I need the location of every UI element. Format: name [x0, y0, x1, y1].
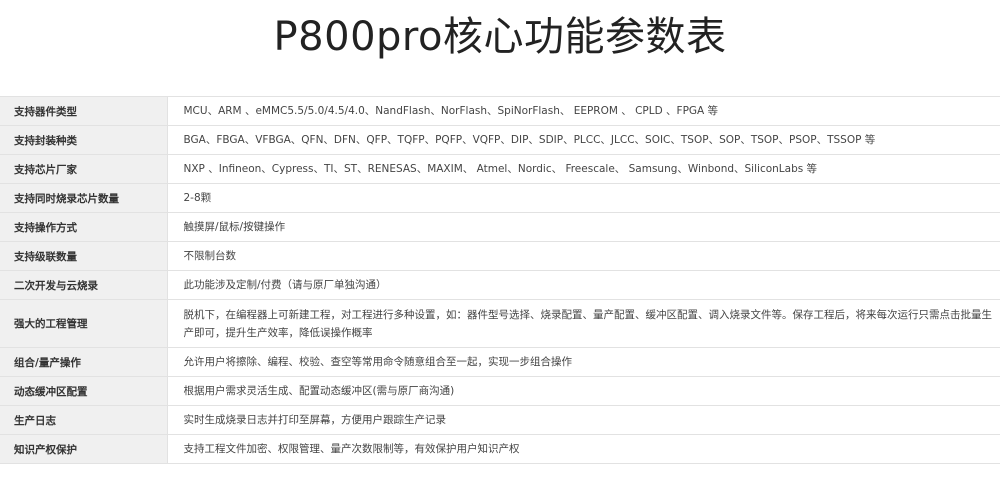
row-label: 生产日志 — [0, 405, 168, 435]
row-label: 支持同时烧录芯片数量 — [0, 183, 168, 213]
row-label: 支持芯片厂家 — [0, 154, 168, 184]
table-row: 支持芯片厂家 NXP 、Infineon、Cypress、TI、ST、RENES… — [0, 154, 1000, 184]
table-row: 支持操作方式 触摸屏/鼠标/按键操作 — [0, 212, 1000, 242]
row-value: 触摸屏/鼠标/按键操作 — [167, 212, 1000, 242]
row-label: 知识产权保护 — [0, 434, 168, 464]
row-label: 支持级联数量 — [0, 241, 168, 271]
table-row: 生产日志 实时生成烧录日志并打印至屏幕，方便用户跟踪生产记录 — [0, 405, 1000, 435]
row-value: 根据用户需求灵活生成、配置动态缓冲区(需与原厂商沟通) — [167, 376, 1000, 406]
table-row: 二次开发与云烧录 此功能涉及定制/付费（请与原厂单独沟通） — [0, 270, 1000, 300]
row-value: 支持工程文件加密、权限管理、量产次数限制等，有效保护用户知识产权 — [167, 434, 1000, 464]
table-row: 支持器件类型 MCU、ARM 、eMMC5.5/5.0/4.5/4.0、Nand… — [0, 96, 1000, 126]
table-row: 知识产权保护 支持工程文件加密、权限管理、量产次数限制等，有效保护用户知识产权 — [0, 434, 1000, 464]
page-title: P800pro核心功能参数表 — [273, 14, 727, 60]
row-label: 支持操作方式 — [0, 212, 168, 242]
row-label: 支持器件类型 — [0, 96, 168, 126]
table-row: 支持封装种类 BGA、FBGA、VFBGA、QFN、DFN、QFP、TQFP、P… — [0, 125, 1000, 155]
row-value: 此功能涉及定制/付费（请与原厂单独沟通） — [167, 270, 1000, 300]
row-label: 支持封装种类 — [0, 125, 168, 155]
table-row: 支持同时烧录芯片数量 2-8颗 — [0, 183, 1000, 213]
row-label: 强大的工程管理 — [0, 299, 168, 348]
row-value: 实时生成烧录日志并打印至屏幕，方便用户跟踪生产记录 — [167, 405, 1000, 435]
spec-table: 支持器件类型 MCU、ARM 、eMMC5.5/5.0/4.5/4.0、Nand… — [0, 96, 1000, 464]
row-value: 允许用户将擦除、编程、校验、查空等常用命令随意组合至一起，实现一步组合操作 — [167, 347, 1000, 377]
row-label: 动态缓冲区配置 — [0, 376, 168, 406]
row-value: BGA、FBGA、VFBGA、QFN、DFN、QFP、TQFP、PQFP、VQF… — [167, 125, 1000, 155]
row-value: NXP 、Infineon、Cypress、TI、ST、RENESAS、MAXI… — [167, 154, 1000, 184]
table-row: 动态缓冲区配置 根据用户需求灵活生成、配置动态缓冲区(需与原厂商沟通) — [0, 376, 1000, 406]
row-value: 2-8颗 — [167, 183, 1000, 213]
table-row: 强大的工程管理 脱机下，在编程器上可新建工程，对工程进行多种设置，如：器件型号选… — [0, 299, 1000, 348]
table-row: 支持级联数量 不限制台数 — [0, 241, 1000, 271]
row-value: 脱机下，在编程器上可新建工程，对工程进行多种设置，如：器件型号选择、烧录配置、量… — [167, 299, 1000, 348]
table-row: 组合/量产操作 允许用户将擦除、编程、校验、查空等常用命令随意组合至一起，实现一… — [0, 347, 1000, 377]
row-value: MCU、ARM 、eMMC5.5/5.0/4.5/4.0、NandFlash、N… — [167, 96, 1000, 126]
row-label: 二次开发与云烧录 — [0, 270, 168, 300]
row-value: 不限制台数 — [167, 241, 1000, 271]
row-label: 组合/量产操作 — [0, 347, 168, 377]
